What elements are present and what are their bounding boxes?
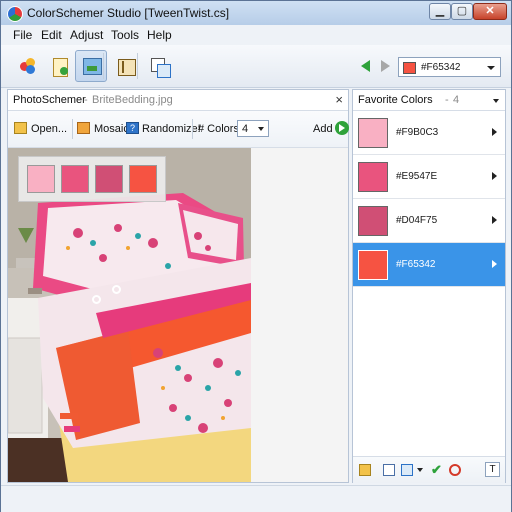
open-folder-icon[interactable] [359, 464, 371, 476]
new-scheme-button[interactable] [43, 50, 75, 82]
favorites-menu-icon[interactable] [493, 99, 499, 103]
forward-arrow-icon[interactable] [381, 60, 390, 72]
current-color-value: #F65342 [421, 62, 461, 73]
menu-bar: File Edit Adjust Tools Help [1, 25, 511, 45]
menu-edit[interactable]: Edit [41, 28, 62, 42]
swatch-3[interactable] [95, 165, 123, 193]
close-button[interactable]: ✕ [473, 3, 507, 20]
paste-icon[interactable] [401, 464, 413, 476]
favorite-swatch [358, 118, 388, 148]
favorites-header: Favorite Colors - 4 [353, 90, 505, 111]
close-panel-icon[interactable]: × [335, 92, 343, 107]
panel-title: PhotoSchemer [13, 94, 86, 106]
panel-icon [118, 59, 136, 76]
mosaic-icon [77, 122, 90, 134]
favorite-colors-panel: Favorite Colors - 4 #F9B0C3 #E9547E #D04… [352, 89, 506, 483]
open-button[interactable]: Open... [31, 123, 67, 135]
color-wheel-icon [20, 58, 36, 74]
swatch-2[interactable] [61, 165, 89, 193]
photoschemer-panel: PhotoSchemer - BriteBedding.jpg × Open..… [7, 89, 349, 483]
chevron-right-icon[interactable] [492, 216, 497, 224]
add-button[interactable]: Add [313, 123, 333, 135]
app-window: ColorSchemer Studio [TweenTwist.cs] ▁ ▢ … [0, 0, 512, 512]
add-arrow-icon[interactable] [335, 121, 349, 135]
favorite-label: #D04F75 [396, 215, 438, 226]
photoschemer-toolbar: Open... Mosaic ? Randomize! # Colors: 4 … [8, 111, 349, 148]
colors-count-select[interactable]: 4 [237, 120, 269, 137]
favorite-item[interactable]: #D04F75 [353, 199, 505, 243]
photo-preview[interactable] [8, 148, 251, 482]
sample-point-2[interactable] [112, 285, 121, 294]
favorite-label: #F65342 [396, 259, 436, 270]
favorite-swatch [358, 162, 388, 192]
copy-icon[interactable] [383, 464, 395, 476]
cancel-icon[interactable] [449, 464, 461, 476]
menu-tools[interactable]: Tools [111, 28, 139, 42]
chevron-down-icon [487, 66, 495, 70]
check-icon[interactable]: ✔ [431, 463, 443, 476]
chevron-right-icon[interactable] [492, 172, 497, 180]
mosaic-button[interactable]: Mosaic [94, 123, 129, 135]
chevron-right-icon[interactable] [492, 260, 497, 268]
menu-adjust[interactable]: Adjust [70, 28, 103, 42]
swatch-4[interactable] [129, 165, 157, 193]
minimize-button[interactable]: ▁ [429, 3, 451, 20]
color-wheel-button[interactable] [11, 50, 43, 82]
text-format-icon[interactable]: T [485, 462, 500, 477]
colors-label: # Colors: [198, 123, 243, 135]
help-randomize-icon: ? [126, 122, 139, 134]
app-logo-icon [7, 6, 23, 22]
photo-filename: BriteBedding.jpg [92, 94, 173, 106]
favorite-swatch [358, 206, 388, 236]
folder-icon [14, 122, 27, 134]
title-bar[interactable]: ColorSchemer Studio [TweenTwist.cs] ▁ ▢ … [1, 1, 511, 26]
chevron-down-icon [258, 127, 264, 131]
status-bar [1, 485, 511, 512]
colors-count-value: 4 [242, 123, 249, 135]
current-color-swatch [403, 62, 416, 74]
maximize-button[interactable]: ▢ [451, 3, 473, 20]
favorite-item[interactable]: #E9547E [353, 155, 505, 199]
chevron-down-icon[interactable] [417, 468, 423, 472]
gallery-button[interactable] [143, 50, 175, 82]
photo-background [251, 148, 348, 482]
window-title: ColorSchemer Studio [TweenTwist.cs] [27, 6, 230, 20]
favorite-swatch [358, 250, 388, 280]
favorite-label: #E9547E [396, 171, 438, 182]
back-arrow-icon[interactable] [361, 60, 370, 72]
menu-help[interactable]: Help [147, 28, 172, 42]
menu-file[interactable]: File [13, 28, 32, 42]
favorites-toolbar: ✔ T [353, 456, 505, 483]
swatch-1[interactable] [27, 165, 55, 193]
current-color-select[interactable]: #F65342 [398, 57, 501, 77]
favorite-item-selected[interactable]: #F65342 [353, 243, 505, 287]
favorites-count: 4 [453, 94, 460, 106]
favorite-item[interactable]: #F9B0C3 [353, 111, 505, 155]
extracted-swatches [18, 156, 166, 202]
chevron-right-icon[interactable] [492, 128, 497, 136]
sample-point-1[interactable] [92, 295, 101, 304]
favorites-title: Favorite Colors [358, 94, 433, 106]
favorite-label: #F9B0C3 [396, 127, 439, 138]
photoschemer-header: PhotoSchemer - BriteBedding.jpg × [8, 90, 348, 111]
